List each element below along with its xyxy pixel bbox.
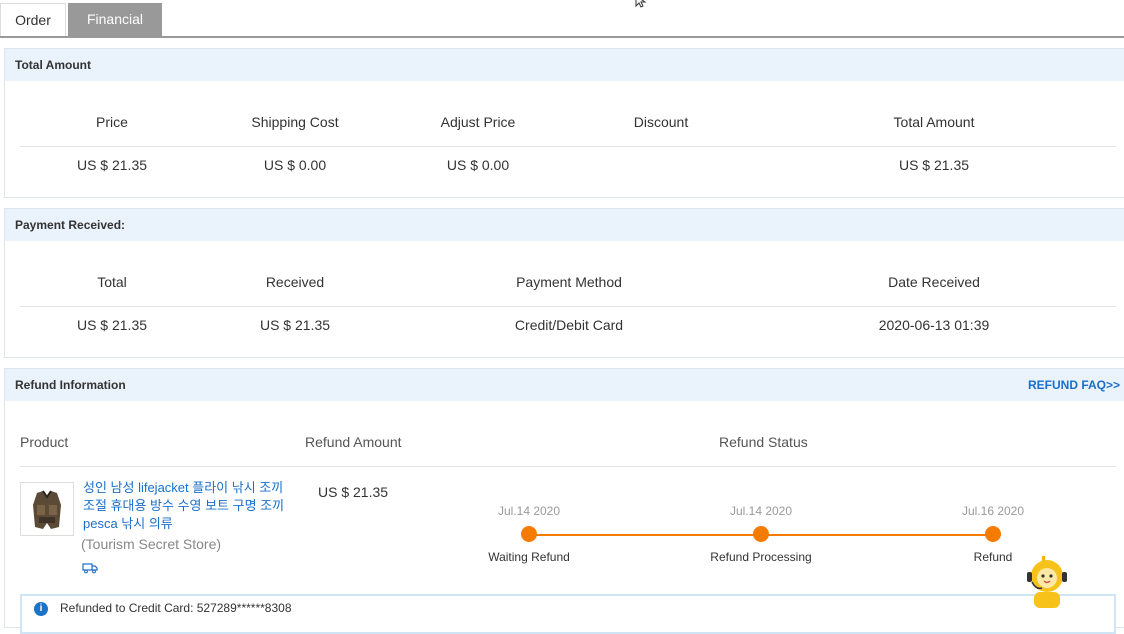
tab-order[interactable]: Order xyxy=(0,3,66,36)
value-price: US $ 21.35 xyxy=(76,157,148,173)
info-icon: i xyxy=(34,602,48,616)
total-amount-panel: Total Amount Price Shipping Cost Adjust … xyxy=(4,48,1124,198)
header-total: Total xyxy=(97,274,127,290)
tab-bar: Order Financial xyxy=(0,0,1124,38)
divider xyxy=(20,306,1116,307)
header-total-amount: Total Amount xyxy=(893,114,975,130)
timeline-date-1: Jul.14 2020 xyxy=(497,504,561,518)
header-received: Received xyxy=(265,274,325,290)
header-date-received: Date Received xyxy=(888,274,980,290)
header-refund-status: Refund Status xyxy=(719,434,808,450)
value-total-amount: US $ 21.35 xyxy=(898,157,970,173)
value-payment-method: Credit/Debit Card xyxy=(514,317,624,333)
timeline-dot-1 xyxy=(521,526,537,542)
header-payment-method: Payment Method xyxy=(516,274,622,290)
product-title-link[interactable]: 성인 남성 lifejacket 플라이 낚시 조끼 조절 휴대용 방수 수영 … xyxy=(83,479,293,533)
panel-title: Total Amount xyxy=(5,49,1124,81)
header-adjust-price: Adjust Price xyxy=(440,114,516,130)
mascot-icon[interactable] xyxy=(1024,556,1070,608)
refund-notice: i Refunded to Credit Card: 527289******8… xyxy=(20,594,1116,634)
cursor-icon xyxy=(635,0,647,8)
timeline-date-2: Jul.14 2020 xyxy=(729,504,793,518)
value-adjust-price: US $ 0.00 xyxy=(446,157,510,173)
panel-title: Payment Received: xyxy=(5,209,1124,241)
value-date-received: 2020-06-13 01:39 xyxy=(878,317,990,333)
divider xyxy=(20,466,1116,467)
value-shipping-cost: US $ 0.00 xyxy=(263,157,327,173)
product-thumbnail[interactable] xyxy=(20,482,74,536)
timeline-label-1: Waiting Refund xyxy=(488,550,570,564)
panel-title: Refund Information xyxy=(5,369,1124,401)
shipping-icon[interactable] xyxy=(82,562,98,574)
header-refund-amount: Refund Amount xyxy=(305,434,402,450)
timeline-label-3: Refund xyxy=(973,550,1013,564)
divider xyxy=(20,146,1116,147)
header-discount: Discount xyxy=(633,114,689,130)
timeline-dot-3 xyxy=(985,526,1001,542)
lifejacket-image xyxy=(21,483,73,535)
timeline-label-2: Refund Processing xyxy=(710,550,812,564)
header-shipping-cost: Shipping Cost xyxy=(251,114,339,130)
timeline-date-3: Jul.16 2020 xyxy=(961,504,1025,518)
store-name[interactable]: (Tourism Secret Store) xyxy=(81,536,221,552)
value-received: US $ 21.35 xyxy=(259,317,331,333)
refund-notice-text: Refunded to Credit Card: 527289******830… xyxy=(60,601,292,615)
tab-financial[interactable]: Financial xyxy=(68,3,162,36)
header-price: Price xyxy=(96,114,128,130)
value-total: US $ 21.35 xyxy=(76,317,148,333)
refund-faq-link[interactable]: REFUND FAQ>> xyxy=(1028,369,1120,401)
header-product: Product xyxy=(20,434,69,450)
refund-information-panel: Refund Information REFUND FAQ>> Product … xyxy=(4,368,1124,634)
refund-amount-value: US $ 21.35 xyxy=(318,484,389,500)
payment-received-panel: Payment Received: Total Received Payment… xyxy=(4,208,1124,358)
timeline-dot-2 xyxy=(753,526,769,542)
